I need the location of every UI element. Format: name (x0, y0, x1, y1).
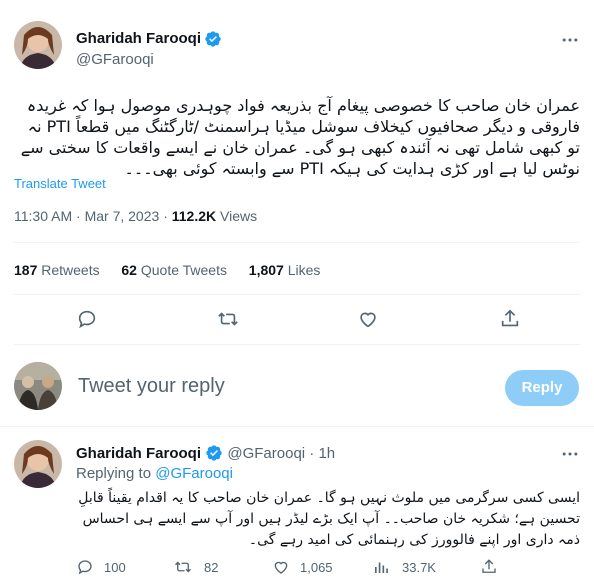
share-icon[interactable] (480, 558, 498, 576)
reply-header: Gharidah Farooqi @GFarooqi · 1h (76, 444, 335, 462)
tweet-time[interactable]: 11:30 AM (14, 208, 72, 224)
retweets-label: Retweets (41, 262, 100, 278)
reply-time[interactable]: · 1h (309, 445, 335, 462)
reply-views-count: 33.7K (402, 560, 436, 575)
divider (14, 294, 580, 295)
reply-author-handle[interactable]: @GFarooqi (227, 445, 305, 462)
reply-text: ایسی کسی سرگرمی میں ملوث نہیں ہو گا۔ عمر… (76, 488, 580, 551)
user-avatar[interactable] (14, 362, 62, 410)
reply-text-line: ایسی کسی سرگرمی میں ملوث نہیں ہو گا۔ عمر… (78, 490, 580, 506)
tweet-text: عمران خان صاحب کا خصوصی پیغام آج بذریعہ … (14, 95, 580, 179)
author-avatar[interactable] (14, 21, 62, 69)
reply-text-line: ذمہ داری اور اپنے فالوورز کی رہنمائی کی … (248, 532, 580, 548)
reply-icon[interactable] (76, 308, 98, 330)
views-label: Views (220, 208, 258, 224)
views-icon[interactable] (372, 558, 390, 576)
reply-action-bar: 100 82 1,065 33.7K (76, 558, 580, 578)
meta-separator: · (76, 208, 85, 224)
retweet-icon[interactable] (174, 558, 192, 576)
share-icon[interactable] (499, 308, 521, 330)
translate-tweet-link[interactable]: Translate Tweet (14, 176, 106, 191)
divider (0, 426, 594, 427)
quote-tweets-stat[interactable]: 62 Quote Tweets (121, 262, 231, 278)
more-horizontal-icon[interactable] (560, 444, 580, 464)
quotes-label: Quote Tweets (140, 262, 227, 278)
likes-label: Likes (287, 262, 321, 278)
reply-author-avatar[interactable] (14, 440, 62, 488)
tweet-stats: 187 Retweets 62 Quote Tweets 1,807 Likes (14, 262, 320, 278)
reply-replies-count: 100 (104, 560, 126, 575)
likes-count: 1,807 (248, 262, 284, 278)
reply-likes-count: 1,065 (300, 560, 333, 575)
tweet-text-line: عمران خان صاحب کا خصوصی پیغام آج بذریعہ … (26, 96, 580, 115)
divider (14, 344, 580, 345)
reply-text-line: تحسین ہے؛ شکریہ خان صاحب۔۔ آپ ایک بڑے لی… (82, 511, 580, 527)
replying-to-handle[interactable]: @GFarooqi (155, 465, 233, 482)
reply-retweets-count: 82 (204, 560, 219, 575)
retweets-stat[interactable]: 187 Retweets (14, 262, 104, 278)
replying-to: Replying to @GFarooqi (76, 465, 233, 482)
verified-badge-icon (204, 30, 222, 48)
tweet-meta: 11:30 AM · Mar 7, 2023 · 112.2K Views (14, 208, 257, 224)
views-count: 112.2K (171, 208, 217, 224)
reply-button[interactable]: Reply (505, 370, 579, 406)
likes-stat[interactable]: 1,807 Likes (249, 262, 321, 278)
tweet-date[interactable]: Mar 7, 2023 (85, 208, 160, 224)
retweets-count: 187 (14, 262, 38, 278)
reply-author-name[interactable]: Gharidah Farooqi (76, 445, 201, 462)
verified-badge-icon (205, 444, 223, 462)
like-icon[interactable] (357, 308, 379, 330)
tweet-text-line: تو کبھی شامل تھی نہ آئندہ کبھی ہو گی۔ عم… (20, 138, 580, 157)
meta-separator: · (163, 208, 172, 224)
replying-to-label: Replying to (76, 465, 152, 482)
quotes-count: 62 (121, 262, 137, 278)
author-name[interactable]: Gharidah Farooqi (76, 30, 201, 47)
tweet-text-line: فاروقی و دیگر صحافیوں کیخلاف سوشل میڈیا … (27, 117, 580, 136)
retweet-icon[interactable] (217, 308, 239, 330)
reply-input[interactable]: Tweet your reply (78, 375, 225, 398)
like-icon[interactable] (272, 558, 290, 576)
divider (14, 242, 580, 243)
reply-icon[interactable] (76, 558, 94, 576)
more-horizontal-icon[interactable] (560, 30, 580, 50)
author-handle[interactable]: @GFarooqi (76, 51, 154, 68)
